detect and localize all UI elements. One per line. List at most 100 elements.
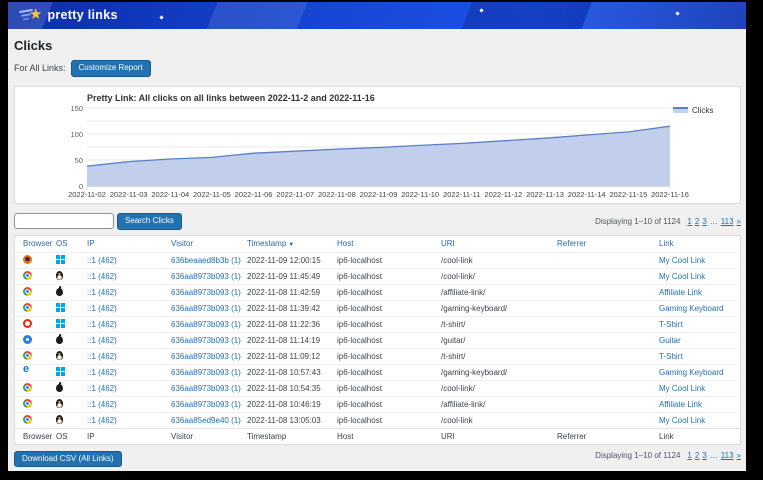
page-link-1[interactable]: 1	[687, 217, 691, 226]
browser-cell	[23, 399, 56, 410]
visitor-link[interactable]: 636aa8973b093 (1)	[171, 352, 247, 361]
ip-link[interactable]: ::1 (462)	[87, 304, 171, 313]
customize-report-button[interactable]: Customize Report	[71, 60, 151, 77]
visitor-link[interactable]: 636aa8973b093 (1)	[171, 400, 247, 409]
ip-link[interactable]: ::1 (462)	[87, 272, 171, 281]
table-row: ::1 (462)636aa8973b093 (1)2022-11-08 11:…	[15, 284, 740, 300]
column-header-browser[interactable]: Browser	[23, 239, 56, 248]
table-row: ::1 (462)636aa8973b093 (1)2022-11-08 11:…	[15, 348, 740, 364]
pagination-summary: Displaying 1–10 of 1124	[595, 217, 680, 226]
visitor-link[interactable]: 636aa8973b093 (1)	[171, 272, 247, 281]
column-footer-visitor[interactable]: Visitor	[171, 432, 247, 441]
page-link-2[interactable]: 2	[695, 451, 699, 460]
column-header-ip[interactable]: IP	[87, 239, 171, 248]
page-title: Clicks	[14, 38, 741, 53]
visitor-link[interactable]: 636aa8973b093 (1)	[171, 384, 247, 393]
timestamp-cell: 2022-11-08 11:14:19	[247, 336, 337, 345]
visitor-link[interactable]: 636aa8973b093 (1)	[171, 320, 247, 329]
ip-link[interactable]: ::1 (462)	[87, 320, 171, 329]
ip-link[interactable]: ::1 (462)	[87, 352, 171, 361]
pretty-link-name-link[interactable]: Affiliate Link	[659, 400, 740, 409]
page-link-1[interactable]: 1	[687, 451, 691, 460]
page-link-3[interactable]: 3	[702, 217, 706, 226]
visitor-link[interactable]: 636aa85ed9e40 (1)	[171, 416, 247, 425]
pretty-link-name-link[interactable]: My Cool Link	[659, 272, 740, 281]
column-header-timestamp[interactable]: Timestamp▼	[247, 239, 337, 248]
visitor-link[interactable]: 636aa8973b093 (1)	[171, 368, 247, 377]
pretty-link-name-link[interactable]: T-Shirt	[659, 352, 740, 361]
os-cell	[56, 287, 87, 298]
ip-link[interactable]: ::1 (462)	[87, 416, 171, 425]
os-cell	[56, 383, 87, 394]
host-cell: ip6-localhost	[337, 288, 441, 297]
search-clicks-button[interactable]: Search Clicks	[117, 213, 182, 230]
pretty-link-name-link[interactable]: Gaming Keyboard	[659, 368, 740, 377]
ip-link[interactable]: ::1 (462)	[87, 288, 171, 297]
chrome-browser-icon	[23, 415, 32, 424]
column-header-link[interactable]: Link	[659, 239, 740, 248]
column-footer-browser[interactable]: Browser	[23, 432, 56, 441]
ip-link[interactable]: ::1 (462)	[87, 384, 171, 393]
chart-title: Pretty Link: All clicks on all links bet…	[87, 93, 375, 103]
column-footer-os[interactable]: OS	[56, 432, 87, 441]
download-csv-button[interactable]: Download CSV (All Links)	[14, 451, 122, 468]
chrome-browser-icon	[23, 271, 32, 280]
search-input[interactable]	[14, 213, 114, 229]
timestamp-cell: 2022-11-08 11:22:36	[247, 320, 337, 329]
pretty-link-name-link[interactable]: My Cool Link	[659, 416, 740, 425]
clicks-chart-card: Pretty Link: All clicks on all links bet…	[14, 86, 741, 204]
next-page-link[interactable]: »	[737, 217, 741, 226]
host-cell: ip6-localhost	[337, 272, 441, 281]
table-row: ::1 (462)636aa8973b093 (1)2022-11-08 10:…	[15, 380, 740, 396]
column-footer-host[interactable]: Host	[337, 432, 441, 441]
ip-link[interactable]: ::1 (462)	[87, 256, 171, 265]
visitor-link[interactable]: 636aa8973b093 (1)	[171, 288, 247, 297]
column-footer-ip[interactable]: IP	[87, 432, 171, 441]
pretty-link-name-link[interactable]: My Cool Link	[659, 256, 740, 265]
pretty-link-name-link[interactable]: Gaming Keyboard	[659, 304, 740, 313]
ip-link[interactable]: ::1 (462)	[87, 400, 171, 409]
visitor-link[interactable]: 636beaaed8b3b (1)	[171, 256, 247, 265]
os-cell	[56, 271, 87, 282]
pretty-link-name-link[interactable]: Guitar	[659, 336, 740, 345]
browser-cell	[23, 271, 56, 282]
sparkle-icon	[479, 8, 483, 12]
browser-cell	[23, 303, 56, 314]
visitor-link[interactable]: 636aa8973b093 (1)	[171, 336, 247, 345]
column-footer-timestamp[interactable]: Timestamp	[247, 432, 337, 441]
page-link-last[interactable]: 113	[721, 451, 734, 460]
page-link-2[interactable]: 2	[695, 217, 699, 226]
column-header-os[interactable]: OS	[56, 239, 87, 248]
column-footer-link[interactable]: Link	[659, 432, 740, 441]
ip-link[interactable]: ::1 (462)	[87, 336, 171, 345]
column-header-host[interactable]: Host	[337, 239, 441, 248]
column-header-referrer[interactable]: Referrer	[557, 239, 659, 248]
os-cell	[56, 415, 87, 426]
column-footer-referrer[interactable]: Referrer	[557, 432, 659, 441]
host-cell: ip6-localhost	[337, 416, 441, 425]
y-axis-tick-label: 50	[57, 156, 83, 165]
ip-link[interactable]: ::1 (462)	[87, 368, 171, 377]
os-cell	[56, 367, 87, 378]
page-link-last[interactable]: 113	[721, 217, 734, 226]
pretty-link-name-link[interactable]: Affiliate Link	[659, 288, 740, 297]
opera-browser-icon	[23, 319, 32, 328]
page-link-3[interactable]: 3	[702, 451, 706, 460]
browser-cell	[23, 415, 56, 426]
next-page-link[interactable]: »	[737, 451, 741, 460]
linux-os-icon	[56, 399, 63, 408]
os-cell	[56, 335, 87, 346]
apple-os-icon	[56, 384, 63, 392]
pretty-link-name-link[interactable]: T-Shirt	[659, 320, 740, 329]
firefox-browser-icon	[23, 255, 32, 264]
column-header-visitor[interactable]: Visitor	[171, 239, 247, 248]
uri-cell: /cool-link	[441, 256, 557, 265]
edge-browser-icon	[23, 366, 33, 376]
column-footer-uri[interactable]: URI	[441, 432, 557, 441]
visitor-link[interactable]: 636aa8973b093 (1)	[171, 304, 247, 313]
pagination-top: Displaying 1–10 of 1124 1 2 3 … 113 »	[595, 217, 741, 226]
pretty-link-name-link[interactable]: My Cool Link	[659, 384, 740, 393]
sort-descending-icon: ▼	[288, 242, 294, 248]
browser-cell	[23, 383, 56, 394]
column-header-uri[interactable]: URI	[441, 239, 557, 248]
